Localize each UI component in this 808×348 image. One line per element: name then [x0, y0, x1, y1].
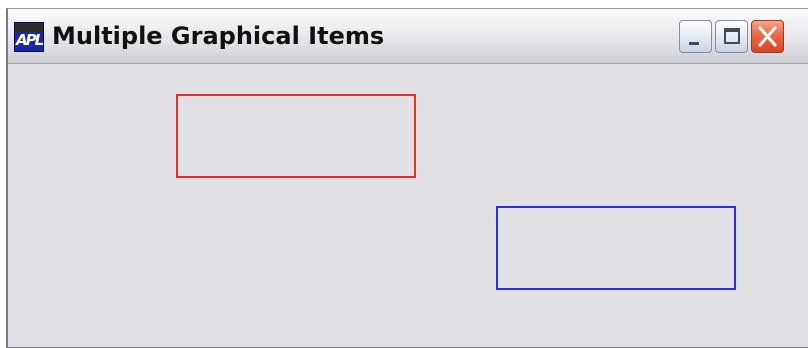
maximize-button[interactable]	[715, 20, 748, 53]
close-button[interactable]	[751, 20, 784, 53]
minimize-icon	[689, 42, 699, 45]
minimize-button[interactable]	[679, 20, 712, 53]
graphics-canvas[interactable]	[8, 65, 808, 347]
title-bar[interactable]: APL Multiple Graphical Items	[8, 9, 808, 64]
red-rectangle[interactable]	[176, 94, 416, 178]
window-title: Multiple Graphical Items	[52, 22, 385, 50]
maximize-icon	[724, 28, 740, 44]
apl-app-icon[interactable]: APL	[14, 22, 44, 52]
close-icon	[758, 26, 777, 47]
blue-rectangle[interactable]	[496, 206, 736, 290]
app-window: APL Multiple Graphical Items	[6, 8, 808, 348]
app-icon-glyph: APL	[16, 31, 44, 49]
